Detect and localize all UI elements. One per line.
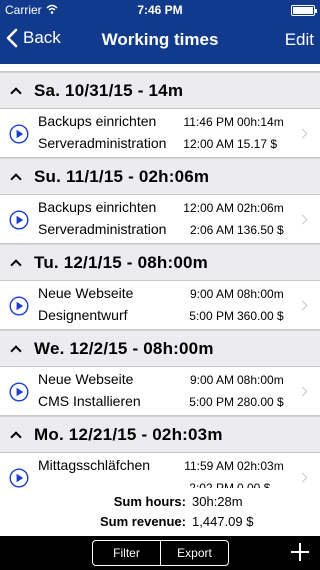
- chevron-up-icon: [10, 258, 22, 271]
- play-icon[interactable]: [9, 124, 29, 144]
- duration: 08h:00m: [237, 287, 284, 301]
- section-header[interactable]: Sa. 10/31/15 - 14m: [0, 72, 320, 108]
- sum-hours-label: Sum hours:: [113, 494, 186, 509]
- peeking-chevrons: [126, 57, 206, 64]
- duration: 08h:00m: [237, 373, 284, 387]
- chevron-right-icon: [297, 300, 308, 311]
- sum-hours-value: 30h:28m: [192, 494, 243, 509]
- section-date: Tu. 12/1/15 - 08h:00m: [34, 252, 208, 272]
- section-header[interactable]: We. 12/2/15 - 08h:00m: [0, 330, 320, 366]
- add-icon[interactable]: [289, 541, 311, 563]
- section-header[interactable]: Mo. 12/21/15 - 02h:03m: [0, 416, 320, 452]
- play-icon[interactable]: [9, 382, 29, 402]
- end-time: 5:00 PM: [189, 395, 234, 409]
- filter-button[interactable]: Filter: [92, 540, 161, 566]
- time-entry-row[interactable]: Backups einrichten Serveradministration 11…: [0, 108, 320, 158]
- project-name: Backups einrichten: [38, 113, 157, 129]
- section-header[interactable]: Su. 11/1/15 - 02h:06m: [0, 158, 320, 194]
- amount: 15.17 $: [237, 137, 278, 151]
- task-name: Serveradministration: [38, 135, 167, 151]
- start-time: 12:00 AM: [183, 201, 234, 215]
- section-date: Mo. 12/21/15 - 02h:03m: [34, 424, 223, 444]
- section-header[interactable]: Tu. 12/1/15 - 08h:00m: [0, 244, 320, 280]
- duration: 00h:14m: [237, 115, 284, 129]
- sum-revenue-value: 1,447.09 $: [192, 514, 254, 529]
- amount: 136.50 $: [237, 223, 284, 237]
- back-button[interactable]: Back: [6, 28, 61, 48]
- chevron-right-icon: [297, 386, 308, 397]
- chevron-right-icon: [297, 472, 308, 483]
- status-bar: Carrier 7:46 PM: [0, 0, 320, 20]
- end-time: 12:00 AM: [183, 137, 234, 151]
- time-entry-row[interactable]: Neue Webseite CMS Installieren 9:00 AM 08h:…: [0, 366, 320, 416]
- chevron-up-icon: [10, 430, 22, 443]
- play-icon[interactable]: [9, 296, 29, 316]
- working-times-list[interactable]: Sa. 10/31/15 - 14m Backups einrichten Serv…: [0, 64, 320, 536]
- chevron-left-icon: [6, 28, 18, 48]
- chevron-up-icon: [10, 344, 22, 357]
- task-name: Designentwurf: [38, 307, 128, 323]
- project-name: Neue Webseite: [38, 285, 134, 301]
- amount: 360.00 $: [237, 309, 284, 323]
- battery-icon: [291, 5, 317, 16]
- summary-panel: Sum hours: 30h:28m Sum revenue: 1,447.09…: [0, 488, 320, 536]
- chevron-right-icon: [297, 128, 308, 139]
- duration: 02h:06m: [237, 201, 284, 215]
- start-time: 9:00 AM: [189, 373, 234, 387]
- section-date: Su. 11/1/15 - 02h:06m: [34, 166, 210, 186]
- time-entry-row[interactable]: Backups einrichten Serveradministration 12…: [0, 194, 320, 244]
- project-name: Backups einrichten: [38, 199, 157, 215]
- back-label: Back: [23, 28, 61, 47]
- start-time: 9:00 AM: [189, 287, 234, 301]
- end-time: 5:00 PM: [189, 309, 234, 323]
- amount: 280.00 $: [237, 395, 284, 409]
- edit-button[interactable]: Edit: [285, 30, 314, 50]
- task-name: Serveradministration: [38, 221, 167, 237]
- start-time: 11:46 PM: [183, 115, 234, 129]
- export-button[interactable]: Export: [160, 540, 229, 566]
- navigation-bar: Back Working times Edit: [0, 20, 320, 64]
- project-name: Mittagsschläfchen: [38, 457, 151, 473]
- section-date: Sa. 10/31/15 - 14m: [34, 80, 184, 100]
- time-entry-row[interactable]: Neue Webseite Designentwurf 9:00 AM 08h:00m…: [0, 280, 320, 330]
- previous-row-peek: [0, 64, 320, 72]
- end-time: 2:06 AM: [189, 223, 234, 237]
- chevron-up-icon: [10, 86, 22, 99]
- status-time: 7:46 PM: [137, 3, 183, 17]
- chevron-right-icon: [297, 214, 308, 225]
- project-name: Neue Webseite: [38, 371, 134, 387]
- sum-revenue-label: Sum revenue:: [100, 514, 186, 529]
- task-name: CMS Installieren: [38, 393, 141, 409]
- start-time: 11:59 AM: [184, 459, 234, 473]
- duration: 02h:03m: [237, 459, 284, 473]
- play-icon[interactable]: [9, 468, 29, 488]
- play-icon[interactable]: [9, 210, 29, 230]
- bottom-toolbar: Filter Export: [0, 536, 320, 570]
- section-date: We. 12/2/15 - 08h:00m: [34, 338, 214, 358]
- chevron-up-icon: [10, 172, 22, 185]
